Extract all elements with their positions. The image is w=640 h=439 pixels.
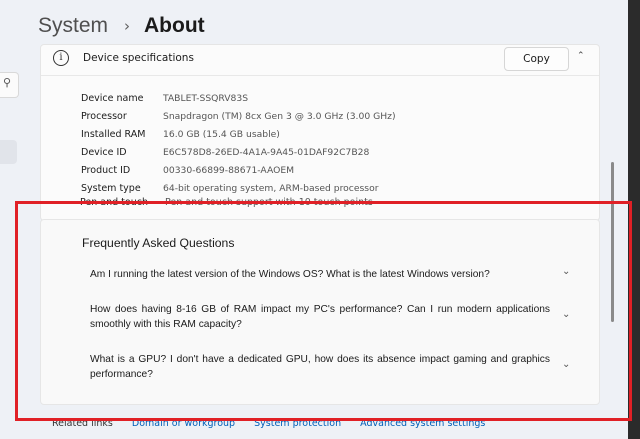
spec-row: System type 64-bit operating system, ARM… — [81, 179, 396, 197]
spec-value: 64-bit operating system, ARM-based proce… — [163, 182, 379, 194]
spec-label: Installed RAM — [81, 128, 146, 140]
faq-question-3[interactable]: What is a GPU? I don't have a dedicated … — [90, 353, 550, 382]
device-specifications-title: Device specifications — [83, 52, 194, 64]
spec-label: Device name — [81, 92, 144, 104]
faq-title: Frequently Asked Questions — [82, 236, 235, 250]
breadcrumb-system-link[interactable]: System — [38, 14, 108, 38]
spec-label: Device ID — [81, 146, 127, 158]
spec-row: Device ID E6C578D8-26ED-4A1A-9A45-01DAF9… — [81, 143, 396, 161]
spec-value: 00330-66899-88671-AAOEM — [163, 164, 295, 176]
spec-row: Device name TABLET-SSQRV83S — [81, 89, 396, 107]
spec-list: Device name TABLET-SSQRV83S Processor Sn… — [81, 89, 396, 197]
chevron-up-icon[interactable]: ⌃ — [577, 51, 585, 61]
faq-question-1[interactable]: Am I running the latest version of the W… — [90, 268, 550, 283]
chevron-down-icon[interactable]: ⌄ — [562, 266, 570, 277]
info-icon: i — [53, 50, 69, 66]
spec-label: Product ID — [81, 164, 131, 176]
spec-value: 16.0 GB (15.4 GB usable) — [163, 128, 280, 140]
device-specifications-card: i Device specifications Copy ⌃ Device na… — [40, 44, 600, 221]
spec-label: System type — [81, 182, 141, 194]
faq-question-2[interactable]: How does having 8-16 GB of RAM impact my… — [90, 303, 550, 332]
copy-button[interactable]: Copy — [504, 47, 569, 71]
device-specifications-header[interactable]: i Device specifications Copy ⌃ — [41, 45, 599, 76]
spec-row: Processor Snapdragon (TM) 8cx Gen 3 @ 3.… — [81, 107, 396, 125]
chevron-down-icon[interactable]: ⌄ — [562, 309, 570, 320]
spec-value: Snapdragon (TM) 8cx Gen 3 @ 3.0 GHz (3.0… — [163, 110, 396, 122]
search-icon: ⚲ — [3, 76, 12, 89]
spec-row: Installed RAM 16.0 GB (15.4 GB usable) — [81, 125, 396, 143]
spec-value: E6C578D8-26ED-4A1A-9A45-01DAF92C7B28 — [163, 146, 370, 158]
page-title: About — [144, 14, 205, 37]
breadcrumb: System › About — [38, 8, 205, 44]
spec-label: Processor — [81, 110, 127, 122]
chevron-down-icon[interactable]: ⌄ — [562, 359, 570, 370]
sidebar-search-box[interactable]: ⚲ — [0, 72, 19, 98]
spec-value: TABLET-SSQRV83S — [163, 92, 249, 104]
sidebar-item-selected[interactable] — [0, 140, 17, 164]
spec-row: Product ID 00330-66899-88671-AAOEM — [81, 161, 396, 179]
chevron-right-icon: › — [124, 17, 131, 35]
